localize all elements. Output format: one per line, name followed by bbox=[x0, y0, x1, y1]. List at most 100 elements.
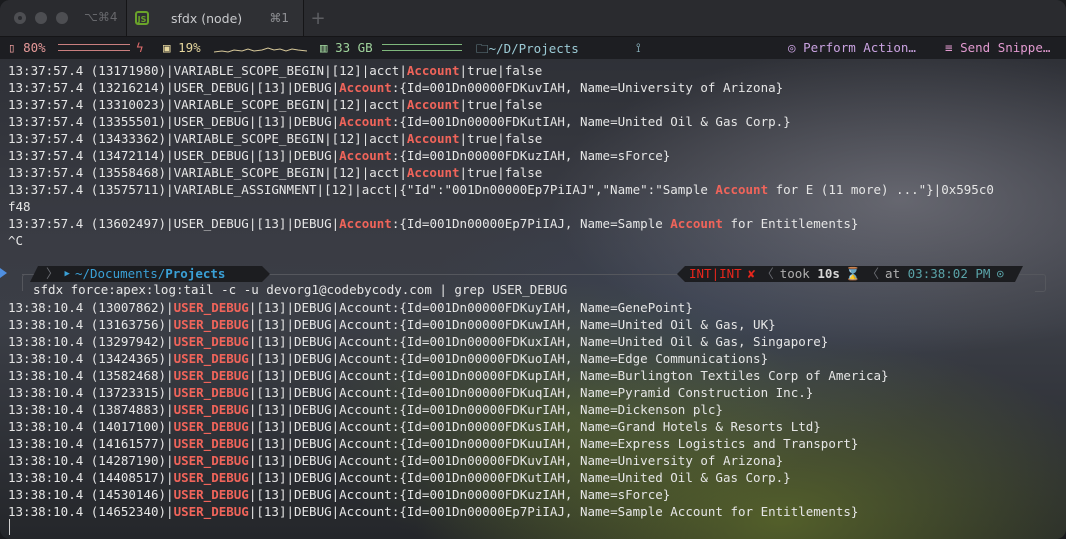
log-line: 13:38:10.4 (13297942)|USER_DEBUG|[13]|DE… bbox=[8, 333, 889, 350]
tab-title: sfdx (node) bbox=[171, 10, 243, 26]
battery-value: 80% bbox=[23, 40, 46, 55]
text-cursor[interactable] bbox=[9, 519, 10, 535]
send-snippet-button[interactable]: ≡ Send Snippe… bbox=[945, 40, 1050, 55]
log-text: 13:38:10.4 (13582468)| bbox=[8, 368, 174, 383]
tab-sfdx-node[interactable]: JS sfdx (node) ⌘1 bbox=[126, 0, 304, 36]
cpu-sparkline bbox=[214, 47, 307, 53]
log-text: 13:38:10.4 (14287190)| bbox=[8, 453, 174, 468]
folder-icon: 🗀 bbox=[476, 41, 489, 56]
log-text: |true|false bbox=[459, 97, 543, 112]
log-line: 13:38:10.4 (13723315)|USER_DEBUG|[13]|DE… bbox=[8, 384, 889, 401]
log-text: 13:37:57.4 (13355501)|USER_DEBUG|[13]|DE… bbox=[8, 114, 340, 129]
log-text: for E (11 more) ..."}|0x595c0 bbox=[768, 182, 994, 197]
log-text: 13:37:57.4 (13602497)|USER_DEBUG|[13]|DE… bbox=[8, 216, 340, 231]
log-text: |[13]|DEBUG|Account:{Id=001Dn00000FDKuzI… bbox=[248, 487, 671, 502]
log-line: 13:38:10.4 (13874883)|USER_DEBUG|[13]|DE… bbox=[8, 401, 889, 418]
log-line: 13:37:57.4 (13216214)|USER_DEBUG|[13]|DE… bbox=[8, 79, 1066, 96]
log-highlight: Account bbox=[406, 97, 460, 112]
log-text: 13:38:10.4 (13163756)| bbox=[8, 317, 174, 332]
segment-arrow-right bbox=[677, 266, 685, 282]
log-text: |[13]|DEBUG|Account:{Id=001Dn00000Ep7PiI… bbox=[248, 504, 859, 519]
exit-status: INT|INT bbox=[689, 266, 742, 281]
nodejs-icon: JS bbox=[135, 11, 149, 25]
minimize-button[interactable] bbox=[35, 12, 47, 24]
perform-action-icon: ◎ bbox=[788, 40, 796, 55]
log-text: |[13]|DEBUG|Account:{Id=001Dn00000FDKuuI… bbox=[248, 436, 859, 451]
log-line: 13:38:10.4 (13424365)|USER_DEBUG|[13]|DE… bbox=[8, 350, 889, 367]
log-line: 13:38:10.4 (13007862)|USER_DEBUG|[13]|DE… bbox=[8, 299, 889, 316]
log-text: 13:38:10.4 (14530146)| bbox=[8, 487, 174, 502]
log-highlight: USER_DEBUG bbox=[173, 368, 249, 383]
log-highlight: Account bbox=[715, 182, 769, 197]
charging-bolt-icon: ϟ bbox=[136, 40, 144, 55]
log-text: |true|false bbox=[459, 63, 543, 78]
log-text: 13:37:57.4 (13216214)|USER_DEBUG|[13]|DE… bbox=[8, 80, 340, 95]
log-text: |true|false bbox=[459, 131, 543, 146]
log-text: 13:38:10.4 (13297942)| bbox=[8, 334, 174, 349]
tab-shortcut: ⌘1 bbox=[269, 11, 289, 25]
log-line: 13:37:57.4 (13310023)|VARIABLE_SCOPE_BEG… bbox=[8, 96, 1066, 113]
log-line: 13:38:10.4 (14017100)|USER_DEBUG|[13]|DE… bbox=[8, 418, 889, 435]
prompt-time: 03:38:02 PM bbox=[907, 266, 991, 281]
log-text: 13:38:10.4 (13723315)| bbox=[8, 385, 174, 400]
log-line: 13:38:10.4 (14652340)|USER_DEBUG|[13]|DE… bbox=[8, 503, 889, 520]
log-highlight: USER_DEBUG bbox=[173, 487, 249, 502]
log-text: |[13]|DEBUG|Account:{Id=001Dn00000FDKuoI… bbox=[248, 351, 769, 366]
log-text: |[13]|DEBUG|Account:{Id=001Dn00000FDKuwI… bbox=[248, 317, 776, 332]
segment-arrow bbox=[262, 266, 270, 282]
path-current: Projects bbox=[165, 266, 226, 281]
log-text: |true|false bbox=[459, 165, 543, 180]
log-text: |[13]|DEBUG|Account:{Id=001Dn00000FDKurI… bbox=[248, 402, 723, 417]
log-text: |[13]|DEBUG|Account:{Id=001Dn00000FDKuqI… bbox=[248, 385, 814, 400]
log-line: 13:37:57.4 (13355501)|USER_DEBUG|[13]|DE… bbox=[8, 113, 1066, 130]
perform-action-button[interactable]: ◎ Perform Action… bbox=[788, 40, 916, 55]
at-label: at bbox=[885, 266, 901, 281]
log-highlight: USER_DEBUG bbox=[173, 334, 249, 349]
log-line: 13:38:10.4 (14287190)|USER_DEBUG|[13]|DE… bbox=[8, 452, 889, 469]
new-tab-button[interactable]: + bbox=[304, 0, 332, 36]
prompt-mark-icon[interactable] bbox=[0, 268, 7, 278]
log-highlight: Account bbox=[339, 80, 392, 95]
log-highlight: USER_DEBUG bbox=[173, 470, 249, 485]
current-directory[interactable]: 🗀~/D/Projects bbox=[476, 40, 579, 61]
window-controls: ⌥⌘4 bbox=[0, 0, 117, 36]
log-line: 13:37:57.4 (13433362)|VARIABLE_SCOPE_BEG… bbox=[8, 130, 1066, 147]
log-text: f48 bbox=[8, 199, 31, 214]
git-branch-icon: ⟟ bbox=[636, 40, 641, 55]
hourglass-icon: ⌛ bbox=[844, 266, 861, 281]
prompt-status-segment: INT|INT ✘ 〈 took 10s ⌛ 〈 at 03:38:02 PM … bbox=[685, 266, 1023, 282]
log-text: 13:38:10.4 (13424365)| bbox=[8, 351, 174, 366]
tab-shortcut: ⌥⌘4 bbox=[84, 10, 118, 24]
log-text: |[13]|DEBUG|Account:{Id=001Dn00000FDKusI… bbox=[248, 419, 821, 434]
log-highlight: USER_DEBUG bbox=[173, 453, 249, 468]
battery-bar bbox=[58, 44, 130, 51]
log-line: 13:38:10.4 (14530146)|USER_DEBUG|[13]|DE… bbox=[8, 486, 889, 503]
memory-status: ▥ 33 GB bbox=[320, 40, 373, 55]
log-highlight: USER_DEBUG bbox=[173, 317, 249, 332]
cpu-status: ▣ 19% bbox=[163, 40, 201, 55]
send-snippet-label: Send Snippe… bbox=[960, 40, 1051, 55]
zoom-button[interactable] bbox=[56, 12, 68, 24]
prompt-frame bbox=[22, 274, 33, 291]
log-text: for Entitlements} bbox=[722, 216, 859, 231]
cpu-icon: ▣ bbox=[163, 40, 171, 55]
log-text: 13:37:57.4 (13171980)|VARIABLE_SCOPE_BEG… bbox=[8, 63, 407, 78]
command-line[interactable]: sfdx force:apex:log:tail -c -u devorg1@c… bbox=[33, 282, 567, 297]
cpu-value: 19% bbox=[178, 40, 201, 55]
log-text: |[13]|DEBUG|Account:{Id=001Dn00000FDKuxI… bbox=[248, 334, 829, 349]
log-text: 13:38:10.4 (14017100)| bbox=[8, 419, 174, 434]
log-text: 13:38:10.4 (14161577)| bbox=[8, 436, 174, 451]
log-text: 13:38:10.4 (13874883)| bbox=[8, 402, 174, 417]
log-text: |[13]|DEBUG|Account:{Id=001Dn00000FDKuyI… bbox=[248, 300, 693, 315]
took-label: took bbox=[779, 266, 810, 281]
log-highlight: USER_DEBUG bbox=[173, 436, 249, 451]
log-highlight: Account bbox=[339, 148, 392, 163]
log-line: 13:38:10.4 (13163756)|USER_DEBUG|[13]|DE… bbox=[8, 316, 889, 333]
chevron-left-icon: 〈 bbox=[866, 266, 880, 281]
log-text: 13:37:57.4 (13472114)|USER_DEBUG|[13]|DE… bbox=[8, 148, 340, 163]
log-highlight: Account bbox=[406, 131, 460, 146]
memory-value: 33 GB bbox=[335, 40, 373, 55]
log-text: |[13]|DEBUG|Account:{Id=001Dn00000FDKutI… bbox=[248, 470, 791, 485]
close-button[interactable] bbox=[14, 12, 26, 24]
log-line: 13:37:57.4 (13558468)|VARIABLE_SCOPE_BEG… bbox=[8, 164, 1066, 181]
